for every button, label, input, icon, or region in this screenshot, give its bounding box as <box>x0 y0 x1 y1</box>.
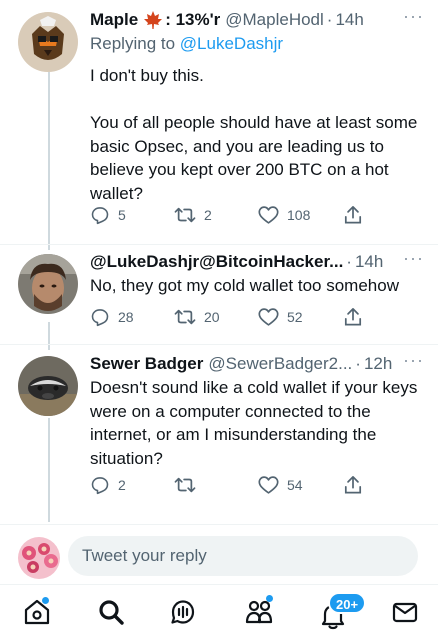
display-name-suffix: : 13%'r <box>165 10 221 29</box>
more-options-icon[interactable]: ··· <box>403 7 424 25</box>
reply-input[interactable] <box>68 536 418 576</box>
heart-icon <box>258 476 279 494</box>
communities-unread-dot <box>266 595 273 602</box>
tweet[interactable]: Sewer Badger @SewerBadger2... · 12h ··· … <box>0 351 438 512</box>
search-icon[interactable] <box>96 597 126 627</box>
like-count: 52 <box>287 309 303 325</box>
messages-icon[interactable] <box>390 597 420 627</box>
share-icon <box>344 476 362 494</box>
tweet[interactable]: @LukeDashjr@BitcoinHacker... · 14h ··· N… <box>0 249 438 340</box>
share-button[interactable] <box>344 475 362 495</box>
tweet-text: I don't buy this. You of all people shou… <box>90 66 418 203</box>
heart-icon <box>258 308 279 326</box>
dot-separator: · <box>326 10 333 29</box>
tweet-header: Sewer Badger @SewerBadger2... · 12h <box>90 352 424 376</box>
share-button[interactable] <box>344 307 362 327</box>
retweet-icon <box>174 309 196 325</box>
tweet-actions: 5 2 108 <box>0 204 438 226</box>
avatar[interactable] <box>18 12 78 72</box>
spaces-icon[interactable] <box>168 597 198 627</box>
tweet-text: Doesn't sound like a cold wallet if your… <box>90 378 423 468</box>
avatar[interactable] <box>18 254 78 314</box>
timestamp[interactable]: 12h <box>364 353 392 375</box>
tweet[interactable]: Maple : 13%'r @MapleHodl · 14h ··· Reply… <box>0 7 438 246</box>
like-button[interactable]: 52 <box>258 307 303 327</box>
display-name[interactable]: @LukeDashjr@BitcoinHacker... <box>90 251 343 273</box>
more-options-icon[interactable]: ··· <box>403 351 424 369</box>
notification-badge: 20+ <box>328 592 367 614</box>
reply-button[interactable]: 5 <box>90 205 126 225</box>
tweet-actions: 2 54 <box>0 474 438 496</box>
dot-separator: · <box>346 252 352 271</box>
display-name[interactable]: Sewer Badger <box>90 353 203 375</box>
retweet-button[interactable]: 20 <box>174 307 220 327</box>
tweet-divider <box>0 344 438 345</box>
reply-count: 28 <box>118 309 134 325</box>
retweet-count: 2 <box>204 207 212 223</box>
user-avatar[interactable] <box>18 537 60 579</box>
display-name[interactable]: Maple <box>90 9 138 31</box>
retweet-icon <box>174 207 196 223</box>
retweet-button[interactable]: 2 <box>174 205 212 225</box>
tweet-header: @LukeDashjr@BitcoinHacker... · 14h <box>90 250 424 274</box>
replying-to: Replying to @LukeDashjr <box>90 32 424 56</box>
tweet-header: Maple : 13%'r @MapleHodl · 14h <box>90 8 424 32</box>
dot-separator: · <box>355 354 361 373</box>
like-count: 54 <box>287 477 303 493</box>
reply-bar <box>0 524 438 584</box>
maple-leaf-icon <box>143 10 163 30</box>
reply-button[interactable]: 2 <box>90 475 126 495</box>
retweet-count: 20 <box>204 309 220 325</box>
handle[interactable]: @MapleHodl <box>225 9 324 31</box>
share-button[interactable] <box>344 205 362 225</box>
like-count: 108 <box>287 207 311 223</box>
tweet-actions: 28 20 52 <box>0 306 438 328</box>
retweet-button[interactable] <box>174 475 204 495</box>
reply-count: 2 <box>118 477 126 493</box>
replying-to-mention[interactable]: @LukeDashjr <box>180 34 283 53</box>
reply-button[interactable]: 28 <box>90 307 134 327</box>
tweet-divider <box>0 244 438 245</box>
timestamp[interactable]: 14h <box>335 9 363 31</box>
heart-icon <box>258 206 279 224</box>
share-icon <box>344 206 362 224</box>
reply-icon <box>91 309 109 327</box>
like-button[interactable]: 108 <box>258 205 310 225</box>
handle[interactable]: @SewerBadger2... <box>208 353 352 375</box>
avatar[interactable] <box>18 356 78 416</box>
share-icon <box>344 308 362 326</box>
more-options-icon[interactable]: ··· <box>403 249 424 267</box>
retweet-icon <box>174 477 196 493</box>
home-unread-dot <box>42 597 49 604</box>
bottom-nav: 20+ <box>0 584 438 640</box>
timestamp[interactable]: 14h <box>355 251 383 273</box>
replying-to-label: Replying to <box>90 34 176 53</box>
like-button[interactable]: 54 <box>258 475 303 495</box>
reply-count: 5 <box>118 207 126 223</box>
tweet-text: No, they got my cold wallet too somehow <box>90 276 399 295</box>
reply-icon <box>91 477 109 495</box>
reply-icon <box>91 207 109 225</box>
